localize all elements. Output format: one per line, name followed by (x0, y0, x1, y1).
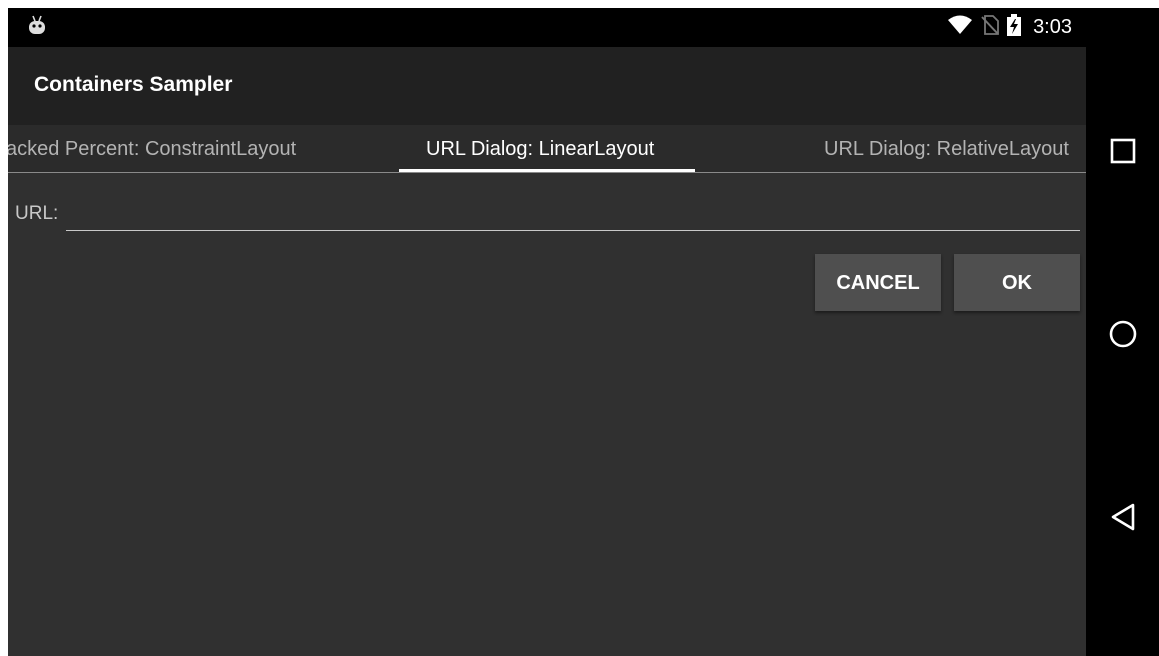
tab-stacked-percent-constraintlayout[interactable]: acked Percent: ConstraintLayout (8, 138, 296, 161)
device-screen: 3:03 Containers Sampler acked Percent: C… (8, 8, 1159, 656)
battery-charging-icon (1007, 14, 1022, 41)
wifi-icon (947, 15, 973, 40)
app-title: Containers Sampler (34, 73, 233, 96)
cancel-button[interactable]: CANCEL (815, 254, 941, 311)
status-bar: 3:03 (8, 8, 1086, 47)
back-icon[interactable] (1108, 502, 1138, 532)
navigation-bar (1086, 8, 1159, 656)
recents-icon[interactable] (1108, 136, 1138, 166)
status-icons: 3:03 (947, 8, 1072, 47)
tab-url-dialog-linearlayout[interactable]: URL Dialog: LinearLayout (426, 138, 654, 161)
no-sim-icon (981, 15, 999, 40)
tab-indicator (399, 169, 695, 172)
home-icon[interactable] (1108, 319, 1138, 349)
tab-bar: acked Percent: ConstraintLayout URL Dial… (8, 125, 1086, 173)
url-input[interactable] (66, 193, 1080, 231)
url-dialog-content: URL: CANCEL OK (8, 173, 1086, 656)
ok-button[interactable]: OK (954, 254, 1080, 311)
tab-url-dialog-relativelayout[interactable]: URL Dialog: RelativeLayout (824, 138, 1069, 161)
status-clock: 3:03 (1033, 16, 1072, 38)
url-label: URL: (15, 203, 59, 224)
app-bar: Containers Sampler (8, 47, 1086, 125)
android-debug-icon (28, 14, 46, 38)
